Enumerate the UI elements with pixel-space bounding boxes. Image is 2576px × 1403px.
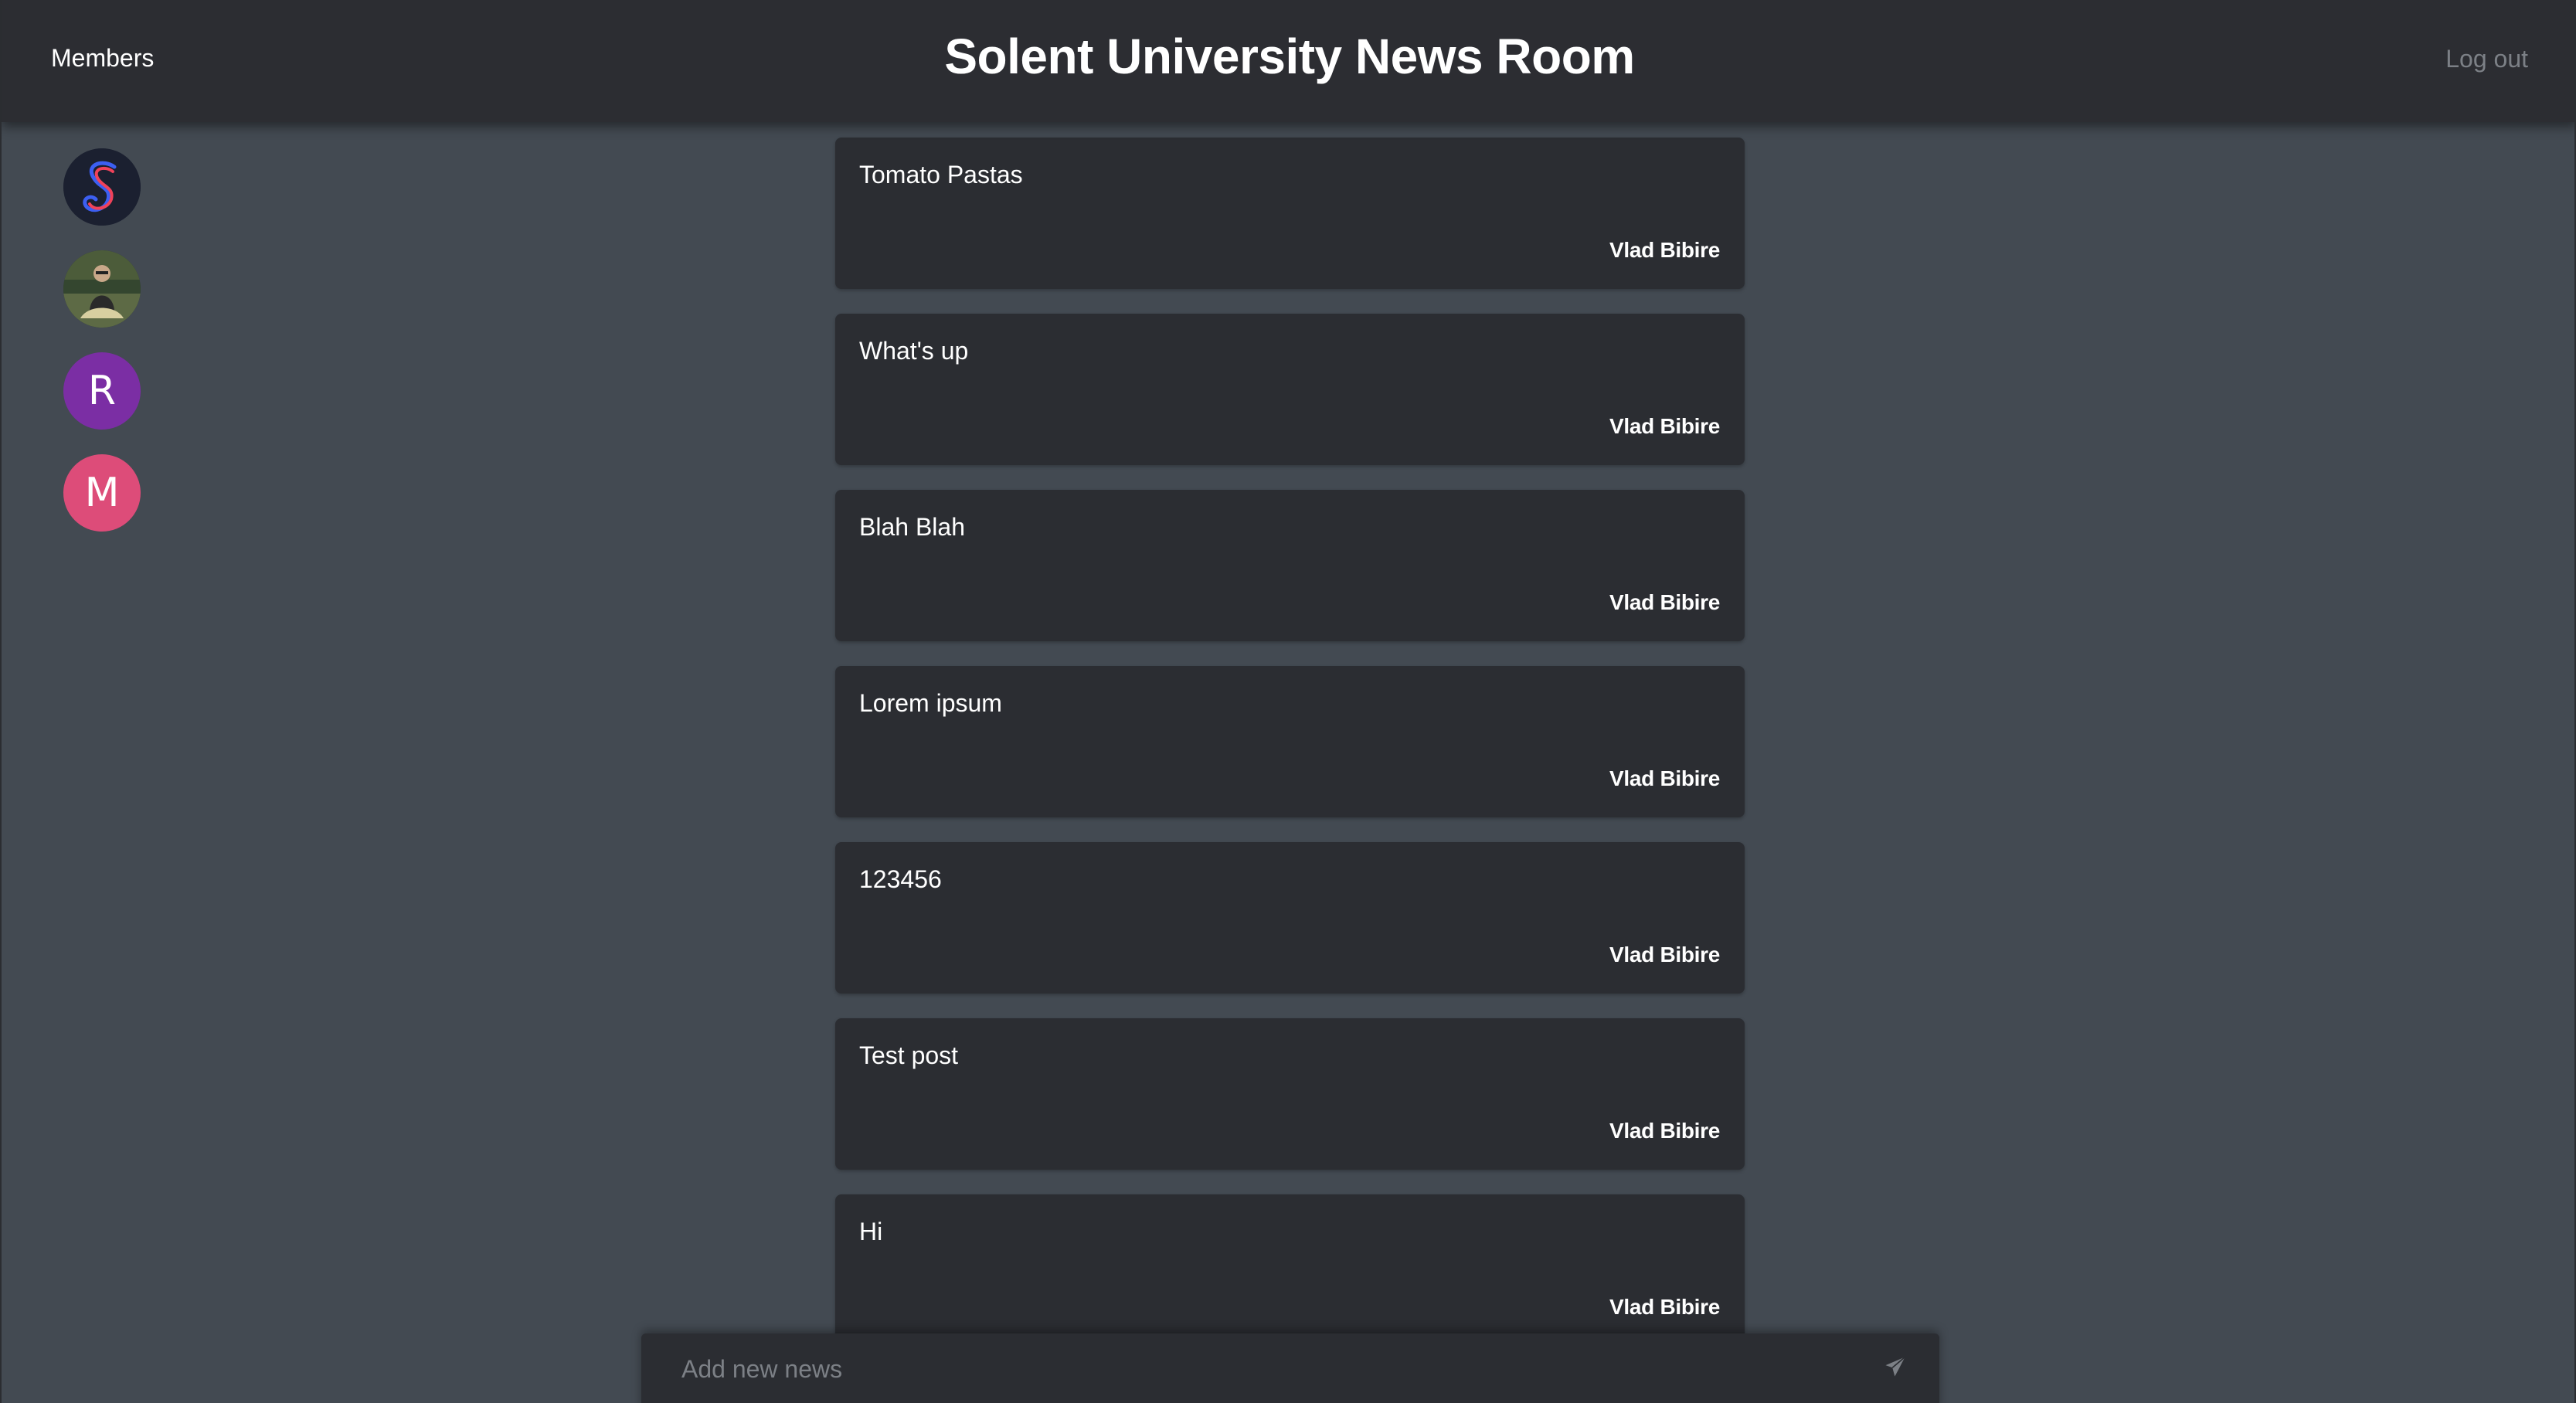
news-post[interactable]: Lorem ipsum Vlad Bibire (835, 666, 1745, 817)
news-post[interactable]: Hi Vlad Bibire (835, 1194, 1745, 1346)
add-news-input[interactable] (680, 1349, 1857, 1389)
post-author: Vlad Bibire (1609, 943, 1720, 966)
post-title: Hi (859, 1218, 883, 1245)
post-title: What's up (859, 337, 969, 365)
members-sidebar: R M (63, 148, 141, 556)
post-title: Tomato Pastas (859, 161, 1023, 189)
script-s-logo-icon (63, 148, 141, 226)
members-link[interactable]: Members (51, 44, 154, 73)
user-photo-icon (63, 250, 141, 328)
news-post[interactable]: What's up Vlad Bibire (835, 314, 1745, 465)
top-bar: Members Solent University News Room Log … (2, 0, 2574, 122)
news-post[interactable]: Blah Blah Vlad Bibire (835, 490, 1745, 641)
news-feed: Tomato Pastas Vlad Bibire What's up Vlad… (835, 138, 1745, 1371)
news-post[interactable]: Test post Vlad Bibire (835, 1018, 1745, 1170)
page-title: Solent University News Room (944, 29, 1635, 84)
logout-link[interactable]: Log out (2445, 45, 2528, 73)
post-author: Vlad Bibire (1609, 414, 1720, 438)
avatar-initial: R (87, 368, 117, 414)
post-author: Vlad Bibire (1609, 238, 1720, 262)
post-title: Blah Blah (859, 513, 965, 541)
member-avatar-logo[interactable] (63, 148, 141, 226)
post-author: Vlad Bibire (1609, 590, 1720, 614)
member-avatar-photo[interactable] (63, 250, 141, 328)
post-title: Lorem ipsum (859, 689, 1002, 717)
post-author: Vlad Bibire (1609, 1119, 1720, 1143)
post-author: Vlad Bibire (1609, 766, 1720, 790)
post-title: Test post (859, 1041, 959, 1069)
news-post[interactable]: 123456 Vlad Bibire (835, 842, 1745, 994)
app-window: Members Solent University News Room Log … (0, 0, 2576, 1403)
post-author: Vlad Bibire (1609, 1295, 1720, 1319)
paper-plane-icon (1885, 1356, 1906, 1377)
post-title: 123456 (859, 865, 942, 893)
news-composer (641, 1333, 1939, 1403)
member-avatar-r[interactable]: R (63, 352, 141, 430)
news-post[interactable]: Tomato Pastas Vlad Bibire (835, 138, 1745, 289)
member-avatar-m[interactable]: M (63, 454, 141, 532)
avatar-initial: M (84, 470, 120, 516)
send-button[interactable] (1878, 1349, 1913, 1384)
